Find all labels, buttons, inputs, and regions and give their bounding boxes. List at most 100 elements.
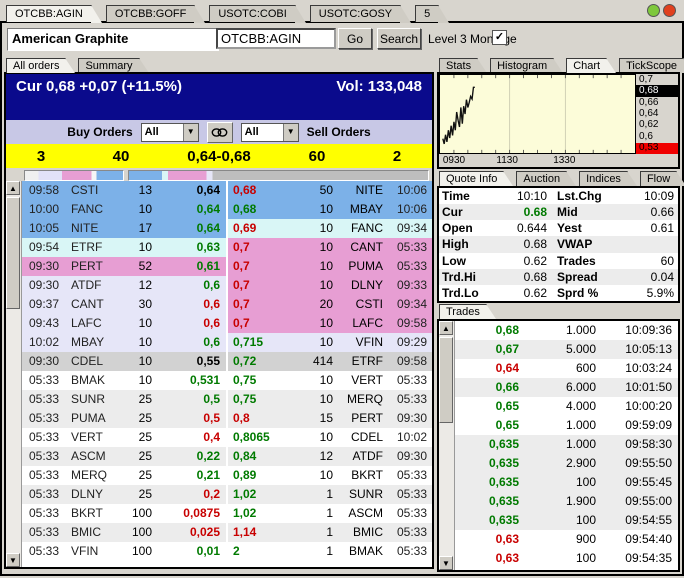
order-book-row[interactable]: 05:33 VERT 25 0,4 0,8065 10 CDEL 10:02 xyxy=(22,428,432,447)
bid-side[interactable]: 09:43 LAFC 10 0,6 xyxy=(22,314,226,333)
order-book-row[interactable]: 05:33 SUNR 25 0,5 0,75 10 MERQ 05:33 xyxy=(22,390,432,409)
analysis-tab[interactable]: TickScope xyxy=(619,58,684,73)
analysis-tab[interactable]: Histogram xyxy=(490,58,554,73)
ask-side[interactable]: 0,715 10 VFIN 09:29 xyxy=(228,333,432,352)
bid-side[interactable]: 05:33 BKRT 100 0,0875 xyxy=(22,504,226,523)
scrollbar-thumb[interactable] xyxy=(439,337,453,423)
ask-side[interactable]: 0,8065 10 CDEL 10:02 xyxy=(228,428,432,447)
ask-side[interactable]: 0,7 10 CANT 05:33 xyxy=(228,238,432,257)
ask-side[interactable]: 0,84 12 ATDF 09:30 xyxy=(228,447,432,466)
bid-side[interactable]: 10:02 MBAY 10 0,6 xyxy=(22,333,226,352)
order-book-row[interactable]: 09:30 ATDF 12 0,6 0,7 10 DLNY 09:33 xyxy=(22,276,432,295)
link-filters-button[interactable] xyxy=(207,122,233,143)
symbol-tab[interactable]: USOTC:COBI xyxy=(209,5,295,22)
trade-row[interactable]: 0,68 1.000 10:09:36 xyxy=(455,321,678,340)
order-book-row[interactable]: 09:58 CSTI 13 0,64 0,68 50 NITE 10:06 xyxy=(22,181,432,200)
bid-side[interactable]: 05:33 ASCM 25 0,22 xyxy=(22,447,226,466)
order-book-row[interactable]: 05:33 MERQ 25 0,21 0,89 10 BKRT 05:33 xyxy=(22,466,432,485)
bid-side[interactable]: 05:33 DLNY 25 0,2 xyxy=(22,485,226,504)
trade-row[interactable]: 0,635 100 09:55:45 xyxy=(455,473,678,492)
bid-side[interactable]: 05:33 PUMA 25 0,5 xyxy=(22,409,226,428)
bid-side[interactable]: 09:30 PERT 52 0,61 xyxy=(22,257,226,276)
ask-side[interactable]: 0,7 10 LAFC 09:58 xyxy=(228,314,432,333)
bid-side[interactable]: 09:54 ETRF 10 0,63 xyxy=(22,238,226,257)
scroll-down-arrow-icon[interactable]: ▼ xyxy=(6,553,20,567)
symbol-tab[interactable]: 5 xyxy=(415,5,439,22)
ask-side[interactable]: 0,68 10 MBAY 10:06 xyxy=(228,200,432,219)
ask-side[interactable]: 0,69 10 FANC 09:34 xyxy=(228,219,432,238)
analysis-tab[interactable]: Stats xyxy=(439,58,478,73)
quote-tab[interactable]: Quote Info xyxy=(439,171,504,186)
order-book-row[interactable]: 05:33 VFIN 100 0,01 2 1 BMAK 05:33 xyxy=(22,542,432,561)
scroll-down-arrow-icon[interactable]: ▼ xyxy=(439,556,453,570)
ask-side[interactable]: 0,89 10 BKRT 05:33 xyxy=(228,466,432,485)
quote-tab[interactable]: Auction xyxy=(516,171,567,186)
bid-side[interactable]: 09:30 ATDF 12 0,6 xyxy=(22,276,226,295)
analysis-tab[interactable]: Chart xyxy=(566,58,607,73)
trade-row[interactable]: 0,63 900 09:54:40 xyxy=(455,530,678,549)
bid-side[interactable]: 05:33 VFIN 100 0,01 xyxy=(22,542,226,561)
bid-side[interactable]: 09:37 CANT 30 0,6 xyxy=(22,295,226,314)
go-button[interactable]: Go xyxy=(338,28,372,49)
trades-tab[interactable]: Trades xyxy=(439,304,487,319)
order-book-row[interactable]: 05:33 BMIC 100 0,025 1,14 1 BMIC 05:33 xyxy=(22,523,432,542)
trade-row[interactable]: 0,64 600 10:03:24 xyxy=(455,359,678,378)
ask-side[interactable]: 1,14 1 BMIC 05:33 xyxy=(228,523,432,542)
bid-side[interactable]: 09:30 CDEL 10 0,55 xyxy=(22,352,226,371)
bid-side[interactable]: 05:33 BMAK 10 0,531 xyxy=(22,371,226,390)
ask-side[interactable]: 1,02 1 SUNR 05:33 xyxy=(228,485,432,504)
bid-side[interactable]: 05:33 MERQ 25 0,21 xyxy=(22,466,226,485)
order-book-row[interactable]: 09:54 ETRF 10 0,63 0,7 10 CANT 05:33 xyxy=(22,238,432,257)
search-button[interactable]: Search xyxy=(377,28,421,49)
buy-filter-dropdown[interactable]: All ▼ xyxy=(141,123,199,142)
trade-row[interactable]: 0,635 1.900 09:55:00 xyxy=(455,492,678,511)
order-book-row[interactable]: 05:33 ASCM 25 0,22 0,84 12 ATDF 09:30 xyxy=(22,447,432,466)
sell-filter-dropdown[interactable]: All ▼ xyxy=(241,123,299,142)
ask-side[interactable]: 0,7 20 CSTI 09:34 xyxy=(228,295,432,314)
symbol-input[interactable] xyxy=(216,28,336,49)
bid-side[interactable]: 10:05 NITE 17 0,64 xyxy=(22,219,226,238)
order-book-row[interactable]: 09:30 CDEL 10 0,55 0,72 414 ETRF 09:58 xyxy=(22,352,432,371)
orders-tab[interactable]: Summary xyxy=(78,58,139,73)
ask-side[interactable]: 0,7 10 DLNY 09:33 xyxy=(228,276,432,295)
ask-side[interactable]: 0,75 10 MERQ 05:33 xyxy=(228,390,432,409)
trade-row[interactable]: 0,635 1.000 09:58:30 xyxy=(455,435,678,454)
quote-tab[interactable]: Flow xyxy=(640,171,677,186)
trade-row[interactable]: 0,65 4.000 10:00:20 xyxy=(455,397,678,416)
order-book-row[interactable]: 05:33 DLNY 25 0,2 1,02 1 SUNR 05:33 xyxy=(22,485,432,504)
ask-side[interactable]: 0,72 414 ETRF 09:58 xyxy=(228,352,432,371)
level3-montage-checkbox[interactable]: ✓ xyxy=(492,30,507,45)
trade-row[interactable]: 0,635 100 09:54:55 xyxy=(455,511,678,530)
chart-plot-area[interactable] xyxy=(439,74,636,154)
symbol-tab[interactable]: OTCBB:AGIN xyxy=(6,5,92,22)
trade-row[interactable]: 0,66 6.000 10:01:50 xyxy=(455,378,678,397)
ask-side[interactable]: 0,8 15 PERT 09:30 xyxy=(228,409,432,428)
symbol-tab[interactable]: OTCBB:GOFF xyxy=(106,5,196,22)
ask-side[interactable]: 0,7 10 PUMA 05:33 xyxy=(228,257,432,276)
trade-row[interactable]: 0,67 5.000 10:05:13 xyxy=(455,340,678,359)
order-book-row[interactable]: 09:43 LAFC 10 0,6 0,7 10 LAFC 09:58 xyxy=(22,314,432,333)
order-book-row[interactable]: 10:02 MBAY 10 0,6 0,715 10 VFIN 09:29 xyxy=(22,333,432,352)
order-book-row[interactable]: 10:00 FANC 10 0,64 0,68 10 MBAY 10:06 xyxy=(22,200,432,219)
bid-side[interactable]: 09:58 CSTI 13 0,64 xyxy=(22,181,226,200)
bid-side[interactable]: 10:00 FANC 10 0,64 xyxy=(22,200,226,219)
trade-row[interactable]: 0,65 1.000 09:59:09 xyxy=(455,416,678,435)
quote-tab[interactable]: Indices xyxy=(579,171,628,186)
bid-side[interactable]: 05:33 SUNR 25 0,5 xyxy=(22,390,226,409)
symbol-tab[interactable]: USOTC:GOSY xyxy=(310,5,401,22)
order-book-row[interactable]: 05:33 BKRT 100 0,0875 1,02 1 ASCM 05:33 xyxy=(22,504,432,523)
ask-side[interactable]: 0,75 10 VERT 05:33 xyxy=(228,371,432,390)
ask-side[interactable]: 1,02 1 ASCM 05:33 xyxy=(228,504,432,523)
order-book-row[interactable]: 05:33 PUMA 25 0,5 0,8 15 PERT 09:30 xyxy=(22,409,432,428)
scroll-up-arrow-icon[interactable]: ▲ xyxy=(439,321,453,335)
trade-row[interactable]: 0,635 2.900 09:55:50 xyxy=(455,454,678,473)
orders-tab[interactable]: All orders xyxy=(6,58,66,73)
order-book-row[interactable]: 09:30 PERT 52 0,61 0,7 10 PUMA 05:33 xyxy=(22,257,432,276)
scrollbar-thumb[interactable] xyxy=(6,197,20,309)
bid-side[interactable]: 05:33 VERT 25 0,4 xyxy=(22,428,226,447)
order-book-row[interactable]: 10:05 NITE 17 0,64 0,69 10 FANC 09:34 xyxy=(22,219,432,238)
ask-side[interactable]: 2 1 BMAK 05:33 xyxy=(228,542,432,561)
scroll-up-arrow-icon[interactable]: ▲ xyxy=(6,181,20,195)
order-book-row[interactable]: 05:33 BMAK 10 0,531 0,75 10 VERT 05:33 xyxy=(22,371,432,390)
bid-side[interactable]: 05:33 BMIC 100 0,025 xyxy=(22,523,226,542)
